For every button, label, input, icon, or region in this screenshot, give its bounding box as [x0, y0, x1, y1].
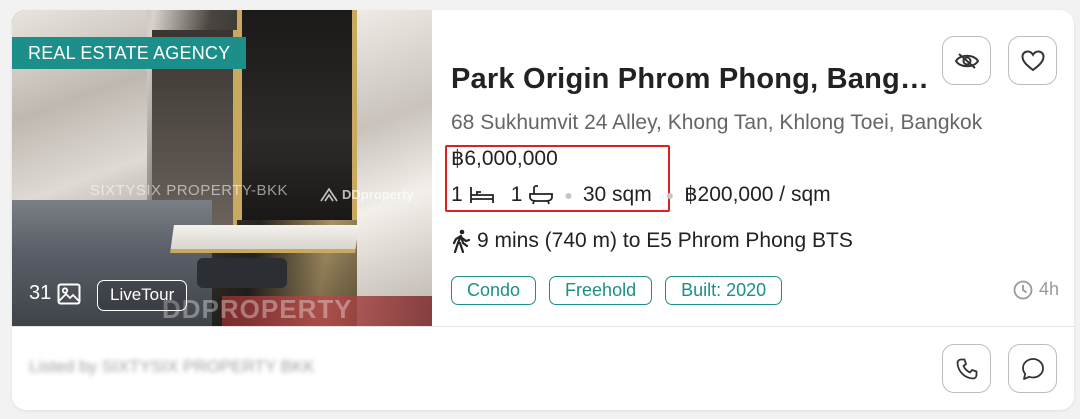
separator-dot: ●	[564, 186, 573, 203]
tag-property-type: Condo	[451, 276, 537, 305]
tag-built-year: Built: 2020	[665, 276, 783, 305]
bottom-watermark: DDPROPERTY	[162, 294, 353, 324]
transit-text: 9 mins (740 m) to E5 Phrom Phong BTS	[477, 229, 853, 252]
tag-tenure: Freehold	[549, 276, 653, 305]
posted-time-value: 4h	[1038, 279, 1059, 299]
livetour-button[interactable]: LiveTour	[97, 280, 188, 311]
bedrooms-spec: 1	[451, 183, 495, 207]
price-per-sqm: ฿200,000 / sqm	[684, 183, 831, 206]
separator-dot: ●	[665, 186, 675, 203]
listing-address: 68 Sukhumvit 24 Alley, Khong Tan, Khlong…	[451, 111, 983, 134]
brand-logo-icon	[320, 187, 338, 201]
brand-watermark: DDproperty	[320, 187, 414, 202]
chat-button[interactable]	[1008, 344, 1057, 393]
bathrooms-spec: 1	[511, 183, 555, 207]
clock-icon	[1013, 280, 1033, 299]
bathtub-icon	[529, 184, 554, 204]
agency-badge: REAL ESTATE AGENCY	[12, 37, 247, 69]
heart-icon	[1020, 49, 1045, 71]
image-icon	[57, 283, 81, 304]
eye-slash-icon	[954, 52, 979, 69]
photo-count-value: 31	[29, 282, 52, 304]
posted-time: 4h	[1013, 279, 1059, 300]
listing-price: ฿6,000,000	[451, 147, 558, 170]
photo-marble-wall	[357, 10, 432, 326]
chat-bubble-icon	[1021, 357, 1044, 380]
agent-watermark: SIXTYSIX PROPERTY-BKK	[90, 182, 289, 199]
bedrooms-value: 1	[451, 182, 463, 206]
listing-title[interactable]: Park Origin Phrom Phong, Bang…	[451, 63, 929, 96]
listing-tags: Condo Freehold Built: 2020	[451, 276, 783, 305]
listed-by-text[interactable]: Listed by SIXTYSIX PROPERTY BKK	[29, 357, 315, 377]
photo-stool	[197, 258, 287, 288]
phone-icon	[956, 358, 977, 379]
photo-count[interactable]: 31	[29, 282, 81, 305]
listing-specs: 1 1 ● 30 sqm ● ฿200,000 / sqm	[451, 182, 831, 207]
favorite-button[interactable]	[1008, 36, 1057, 85]
listing-card[interactable]: SIXTYSIX PROPERTY-BKK DDproperty DDPROPE…	[12, 10, 1074, 410]
photo-table	[170, 225, 359, 253]
hide-listing-button[interactable]	[942, 36, 991, 85]
bed-icon	[469, 186, 494, 203]
card-divider	[12, 326, 1074, 327]
brand-watermark-text: DDproperty	[342, 187, 414, 202]
area-value: 30 sqm	[582, 182, 652, 206]
listing-photo[interactable]: SIXTYSIX PROPERTY-BKK DDproperty DDPROPE…	[12, 10, 432, 326]
transit-info: 9 mins (740 m) to E5 Phrom Phong BTS	[451, 229, 853, 253]
bathrooms-value: 1	[510, 182, 523, 206]
call-button[interactable]	[942, 344, 991, 393]
walking-person-icon	[452, 229, 471, 253]
